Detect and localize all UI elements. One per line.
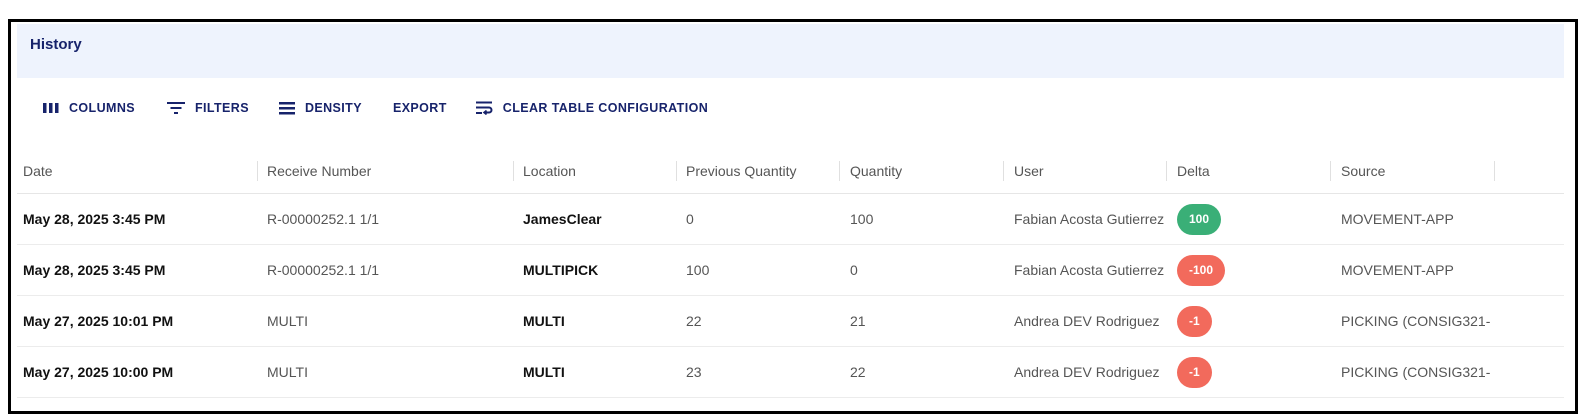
density-label: DENSITY xyxy=(304,101,362,115)
column-separator[interactable] xyxy=(1330,161,1331,181)
column-header-location[interactable]: Location xyxy=(523,148,576,193)
date-cell: May 28, 2025 3:45 PM xyxy=(23,262,166,278)
filter-icon xyxy=(167,101,185,115)
column-separator[interactable] xyxy=(1166,161,1167,181)
quantity-cell: 0 xyxy=(850,262,858,278)
table-row[interactable]: May 27, 2025 10:01 PM MULTI MULTI 22 21 … xyxy=(17,296,1564,347)
date-cell: May 27, 2025 10:01 PM xyxy=(23,313,174,329)
history-panel: History COLUMNS FILTERS DENSITY EXPORT C… xyxy=(8,19,1578,414)
columns-label: COLUMNS xyxy=(69,101,135,115)
column-header-user[interactable]: User xyxy=(1014,148,1044,193)
delta-cell: 100 xyxy=(1177,194,1222,244)
user-cell: Andrea DEV Rodriguez xyxy=(1014,313,1160,329)
source-cell: PICKING (CONSIG321- xyxy=(1341,364,1491,380)
delta-badge: 100 xyxy=(1177,203,1222,235)
export-label: EXPORT xyxy=(392,101,447,115)
table-toolbar: COLUMNS FILTERS DENSITY EXPORT CLEAR TAB… xyxy=(17,94,708,122)
table-row[interactable]: May 27, 2025 10:00 PM MULTI MULTI 23 22 … xyxy=(17,347,1564,398)
delta-badge: -1 xyxy=(1177,356,1212,388)
previous-quantity-cell: 100 xyxy=(686,262,710,278)
receive-number-cell: R-00000252.1 1/1 xyxy=(267,211,380,227)
columns-button[interactable]: COLUMNS xyxy=(43,94,135,122)
column-separator[interactable] xyxy=(1003,161,1004,181)
panel-header: History xyxy=(17,24,1564,78)
previous-quantity-cell: 0 xyxy=(686,211,694,227)
column-separator[interactable] xyxy=(257,161,258,181)
location-cell: MULTI xyxy=(523,313,565,329)
location-cell: MULTIPICK xyxy=(523,262,599,278)
column-header-previous-quantity[interactable]: Previous Quantity xyxy=(686,148,797,193)
source-cell: PICKING (CONSIG321- xyxy=(1341,313,1491,329)
user-cell: Fabian Acosta Gutierrez xyxy=(1014,262,1165,278)
location-cell: MULTI xyxy=(523,364,565,380)
quantity-cell: 100 xyxy=(850,211,874,227)
receive-number-cell: MULTI xyxy=(267,364,308,380)
page-title: History xyxy=(30,36,82,53)
column-header-quantity[interactable]: Quantity xyxy=(850,148,902,193)
user-cell: Andrea DEV Rodriguez xyxy=(1014,364,1160,380)
table-header-row: Date Receive Number Location Previous Qu… xyxy=(17,148,1564,194)
date-cell: May 27, 2025 10:00 PM xyxy=(23,364,174,380)
history-table: Date Receive Number Location Previous Qu… xyxy=(17,148,1564,398)
location-cell: JamesClear xyxy=(523,211,602,227)
previous-quantity-cell: 22 xyxy=(686,313,702,329)
column-separator[interactable] xyxy=(1494,161,1495,181)
column-header-receive-number[interactable]: Receive Number xyxy=(267,148,371,193)
date-cell: May 28, 2025 3:45 PM xyxy=(23,211,166,227)
receive-number-cell: MULTI xyxy=(267,313,308,329)
user-cell: Fabian Acosta Gutierrez xyxy=(1014,211,1165,227)
export-button[interactable]: EXPORT xyxy=(393,94,447,122)
filters-button[interactable]: FILTERS xyxy=(167,94,249,122)
column-header-delta[interactable]: Delta xyxy=(1177,148,1210,193)
filters-label: FILTERS xyxy=(195,101,249,115)
delta-cell: -1 xyxy=(1177,296,1212,346)
quantity-cell: 22 xyxy=(850,364,866,380)
delta-badge: -1 xyxy=(1177,305,1212,337)
table-row[interactable]: May 28, 2025 3:45 PM R-00000252.1 1/1 MU… xyxy=(17,245,1564,296)
quantity-cell: 21 xyxy=(850,313,866,329)
previous-quantity-cell: 23 xyxy=(686,364,702,380)
column-separator[interactable] xyxy=(839,161,840,181)
columns-icon xyxy=(43,102,59,114)
clear-table-configuration-button[interactable]: CLEAR TABLE CONFIGURATION xyxy=(475,94,709,122)
delta-cell: -100 xyxy=(1177,245,1226,295)
source-cell: MOVEMENT-APP xyxy=(1341,211,1454,227)
clear-config-icon xyxy=(475,101,493,115)
delta-cell: -1 xyxy=(1177,347,1212,397)
column-header-source[interactable]: Source xyxy=(1341,148,1385,193)
density-icon xyxy=(278,101,295,115)
density-button[interactable]: DENSITY xyxy=(278,94,362,122)
table-row[interactable]: May 28, 2025 3:45 PM R-00000252.1 1/1 Ja… xyxy=(17,194,1564,245)
column-header-date[interactable]: Date xyxy=(23,148,53,193)
column-separator[interactable] xyxy=(676,161,677,181)
clear-table-configuration-label: CLEAR TABLE CONFIGURATION xyxy=(502,101,709,115)
delta-badge: -100 xyxy=(1177,254,1226,286)
receive-number-cell: R-00000252.1 1/1 xyxy=(267,262,380,278)
source-cell: MOVEMENT-APP xyxy=(1341,262,1454,278)
column-separator[interactable] xyxy=(513,161,514,181)
